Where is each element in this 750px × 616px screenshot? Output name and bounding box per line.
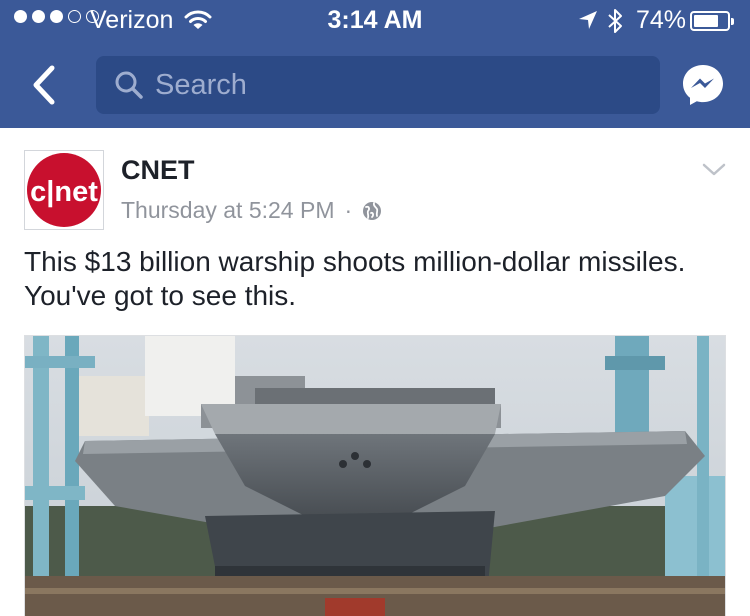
location-arrow-icon (579, 11, 597, 29)
app-header: Verizon 3:14 AM 74% Search (0, 0, 750, 128)
back-chevron-icon[interactable] (28, 64, 60, 106)
status-bar: Verizon 3:14 AM 74% (0, 0, 750, 40)
globe-icon (363, 201, 382, 220)
post-timestamp[interactable]: Thursday at 5:24 PM (121, 197, 335, 224)
aircraft-carrier-illustration (25, 336, 725, 616)
page-avatar[interactable]: c|net (24, 150, 104, 230)
cnet-logo-icon: c|net (27, 153, 101, 227)
page-name-link[interactable]: CNET (121, 155, 195, 186)
messenger-icon[interactable] (680, 62, 726, 108)
post-text: This $13 billion warship shoots million-… (24, 246, 686, 311)
post-photo[interactable] (24, 335, 726, 616)
meta-separator: · (344, 197, 353, 223)
search-placeholder: Search (155, 69, 247, 101)
search-icon (115, 71, 143, 99)
post-meta: Thursday at 5:24 PM · (121, 197, 382, 224)
cnet-logo-text: c|net (30, 176, 98, 208)
battery-icon (690, 11, 734, 31)
bluetooth-icon (608, 9, 622, 33)
chevron-down-icon[interactable] (702, 162, 726, 178)
battery-percent: 74% (636, 6, 687, 34)
feed-post: c|net CNET Thursday at 5:24 PM · This $1… (0, 128, 750, 616)
search-bar[interactable]: Search (96, 56, 660, 114)
